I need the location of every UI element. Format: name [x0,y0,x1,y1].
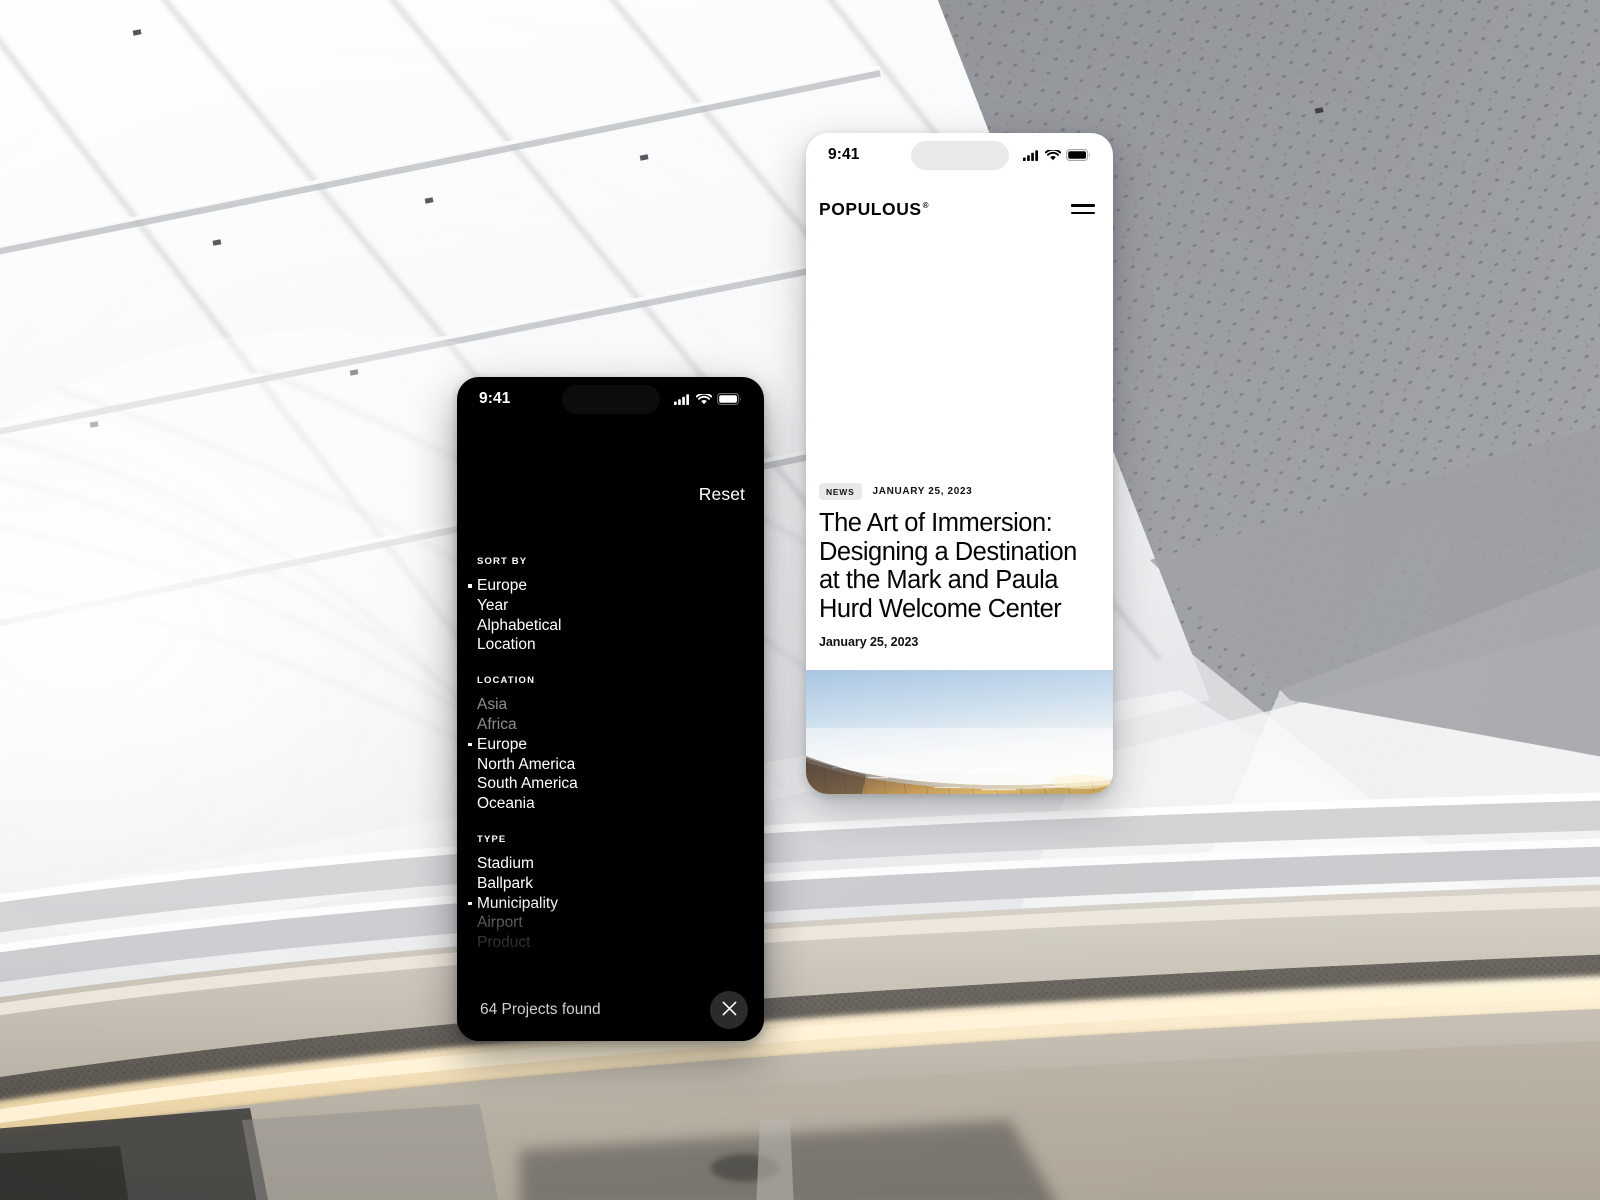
filter-group-label: TYPE [477,833,507,845]
selected-bullet-icon [468,742,477,747]
article-date: January 25, 2023 [819,635,919,649]
filter-option-label: Alphabetical [477,616,562,634]
filter-option-label: Stadium [477,854,534,872]
filter-option[interactable]: Airport [468,913,750,933]
category-tag[interactable]: NEWS [819,483,862,501]
brand-name: POPULOUS [819,198,922,219]
selected-bullet-icon [468,604,477,608]
project-count-label: 64 Projects found [480,1001,601,1018]
background-photo [0,0,1600,1200]
article-headline[interactable]: The Art of Immersion: Designing a Destin… [819,509,1100,623]
filter-option[interactable]: Asia [468,695,750,715]
filter-option-label: Year [477,596,509,614]
selected-bullet-icon [468,644,477,648]
filter-option-label: Africa [477,715,517,733]
selected-bullet-icon [468,802,477,806]
filter-option[interactable]: Municipality [468,894,750,914]
filter-option[interactable]: Africa [468,715,750,735]
filter-option-label: Ballpark [477,874,533,892]
trademark-symbol: ® [922,200,929,210]
filter-option[interactable]: Europe [468,735,750,755]
dynamic-island [910,141,1009,170]
close-x-icon [721,1000,738,1020]
filter-options-scroll[interactable]: SORT BY Europe Year Alphabetical Location LOC… [457,513,764,979]
filter-groups: SORT BY Europe Year Alphabetical Location LOC… [457,556,764,979]
filter-group: LOCATION Asia Africa Europe North America Sou… [457,675,764,814]
cellular-bars-icon [674,393,691,405]
status-bar-light: 9:41 [806,133,1113,177]
filter-option[interactable]: Europe [468,576,750,596]
filter-option-label: Oceania [477,795,535,813]
filter-option[interactable]: Oceania [468,794,750,814]
filter-option-label: Municipality [477,894,558,912]
filter-option-label: Asia [477,696,508,714]
brand-bar: POPULOUS® [806,177,1113,241]
article-date-upper: JANUARY 25, 2023 [872,486,973,498]
filter-option[interactable]: North America [468,755,750,775]
battery-icon [717,393,742,405]
filter-group: SORT BY Europe Year Alphabetical Location [457,556,764,655]
filter-option-label: South America [477,775,578,793]
article-spacer [806,241,1113,483]
filter-option-label: Europe [477,577,527,594]
filter-option-label: North America [477,755,576,773]
reset-button[interactable]: Reset [697,482,747,507]
filter-group: TYPE Stadium Ballpark Municipality Airport Pr… [457,834,764,953]
filter-option[interactable]: Location [468,635,750,655]
dynamic-island [561,385,660,414]
filter-option-label: Location [477,636,536,654]
filter-option[interactable]: Stadium [468,854,750,874]
filter-group-label: LOCATION [477,675,536,687]
status-bar-time: 9:41 [828,146,860,163]
selected-bullet-icon [468,584,477,588]
selected-bullet-icon [468,862,477,866]
selected-bullet-icon [468,941,477,945]
filter-option[interactable]: South America [468,774,750,794]
filter-group-label: SORT BY [477,556,528,567]
selected-bullet-icon [468,703,477,707]
article-phone: 9:41 POPULOUS® NEWS JANUARY 25, 2023 The… [806,133,1113,794]
status-bar-indicators [674,393,742,405]
article-card[interactable]: NEWS JANUARY 25, 2023 The Art of Immersi… [806,483,1113,649]
wifi-icon [696,393,712,405]
wifi-icon [1045,149,1061,161]
filter-footer: 64 Projects found [457,979,764,1041]
selected-bullet-icon [468,763,477,767]
filter-option-label: Europe [477,735,527,753]
status-bar-dark: 9:41 [457,377,764,421]
populous-logo[interactable]: POPULOUS® [819,199,929,220]
selected-bullet-icon [468,783,477,787]
menu-bar-2 [1071,211,1095,214]
filter-option-label: Airport [477,914,523,932]
filter-option-label: Product [477,934,531,952]
cellular-bars-icon [1023,149,1040,161]
status-bar-indicators [1023,149,1091,161]
article-hero-image[interactable] [806,670,1113,794]
selected-bullet-icon [468,901,477,906]
filter-option[interactable]: Year [468,596,750,616]
article-meta: NEWS JANUARY 25, 2023 [819,483,1100,501]
menu-bar-1 [1071,204,1095,207]
selected-bullet-icon [468,882,477,886]
filter-option[interactable]: Alphabetical [468,616,750,636]
status-bar-time: 9:41 [479,390,511,407]
selected-bullet-icon [468,624,477,628]
selected-bullet-icon [468,723,477,727]
battery-icon [1066,149,1091,161]
filter-option[interactable]: Product [468,933,750,953]
filter-option[interactable]: Ballpark [468,874,750,894]
close-button[interactable] [710,991,748,1029]
filter-panel-phone: 9:41 Reset SORT BY Europe Year Alphabeti… [457,377,764,1041]
selected-bullet-icon [468,922,477,926]
reset-row: Reset [457,421,764,513]
hamburger-menu-icon[interactable] [1071,204,1095,214]
